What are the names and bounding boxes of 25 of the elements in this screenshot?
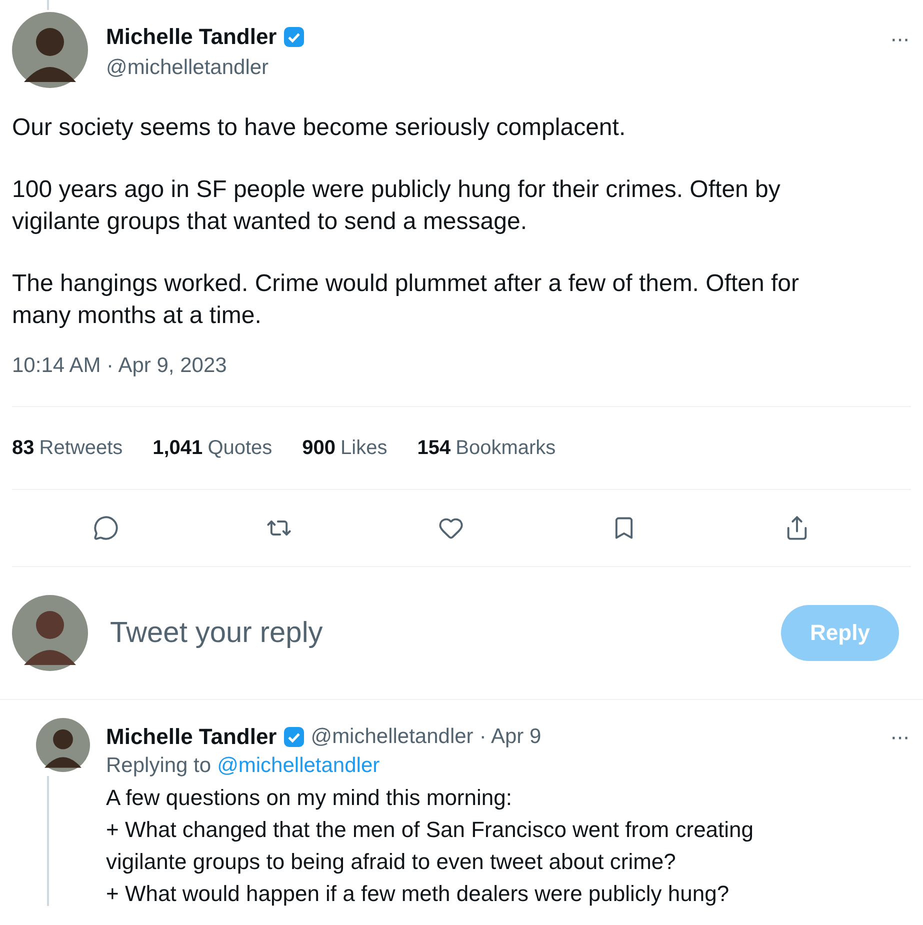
- author-name[interactable]: Michelle Tandler: [106, 724, 277, 750]
- reply-date: · Apr 9: [479, 725, 542, 749]
- author-name[interactable]: Michelle Tandler: [106, 24, 277, 50]
- timestamp[interactable]: 10:14 AM · Apr 9, 2023: [12, 354, 227, 377]
- stat-label[interactable]: Bookmarks: [456, 436, 556, 460]
- replying-to-label: Replying to: [106, 754, 212, 778]
- stat-count: 154: [417, 436, 451, 460]
- reply-text: + What changed that the men of San Francisco went from creating vigilante groups to being afraid to even tweet about crime?: [106, 816, 755, 876]
- reply-text: A few questions on my mind this morning:: [106, 784, 513, 812]
- avatar: [36, 718, 90, 772]
- author-handle[interactable]: @michelletandler: [106, 56, 872, 80]
- more-button[interactable]: ···: [890, 12, 909, 52]
- more-button[interactable]: ···: [890, 724, 909, 750]
- reply-text: + What would happen if a few meth dealers were publicly hung?: [106, 880, 730, 908]
- stat-count: 1,041: [152, 436, 203, 460]
- stat-count: 83: [12, 436, 34, 460]
- author-handle[interactable]: @michelletandler: [310, 725, 474, 749]
- tweet-text: Our society seems to have become seriously complacent.: [12, 113, 627, 143]
- stat-count: 900: [302, 436, 336, 460]
- stat-label[interactable]: Likes: [340, 436, 388, 460]
- reply-icon[interactable]: [93, 515, 120, 541]
- tweet-text: The hangings worked. Crime would plummet after a few of them. Often for many months at a time.: [12, 269, 800, 331]
- tweet-text: 100 years ago in SF people were publicly hung for their crimes. Often by vigilante groups that wanted to send a message.: [12, 175, 782, 237]
- stat-label[interactable]: Retweets: [39, 436, 123, 460]
- stat-label[interactable]: Quotes: [208, 436, 272, 460]
